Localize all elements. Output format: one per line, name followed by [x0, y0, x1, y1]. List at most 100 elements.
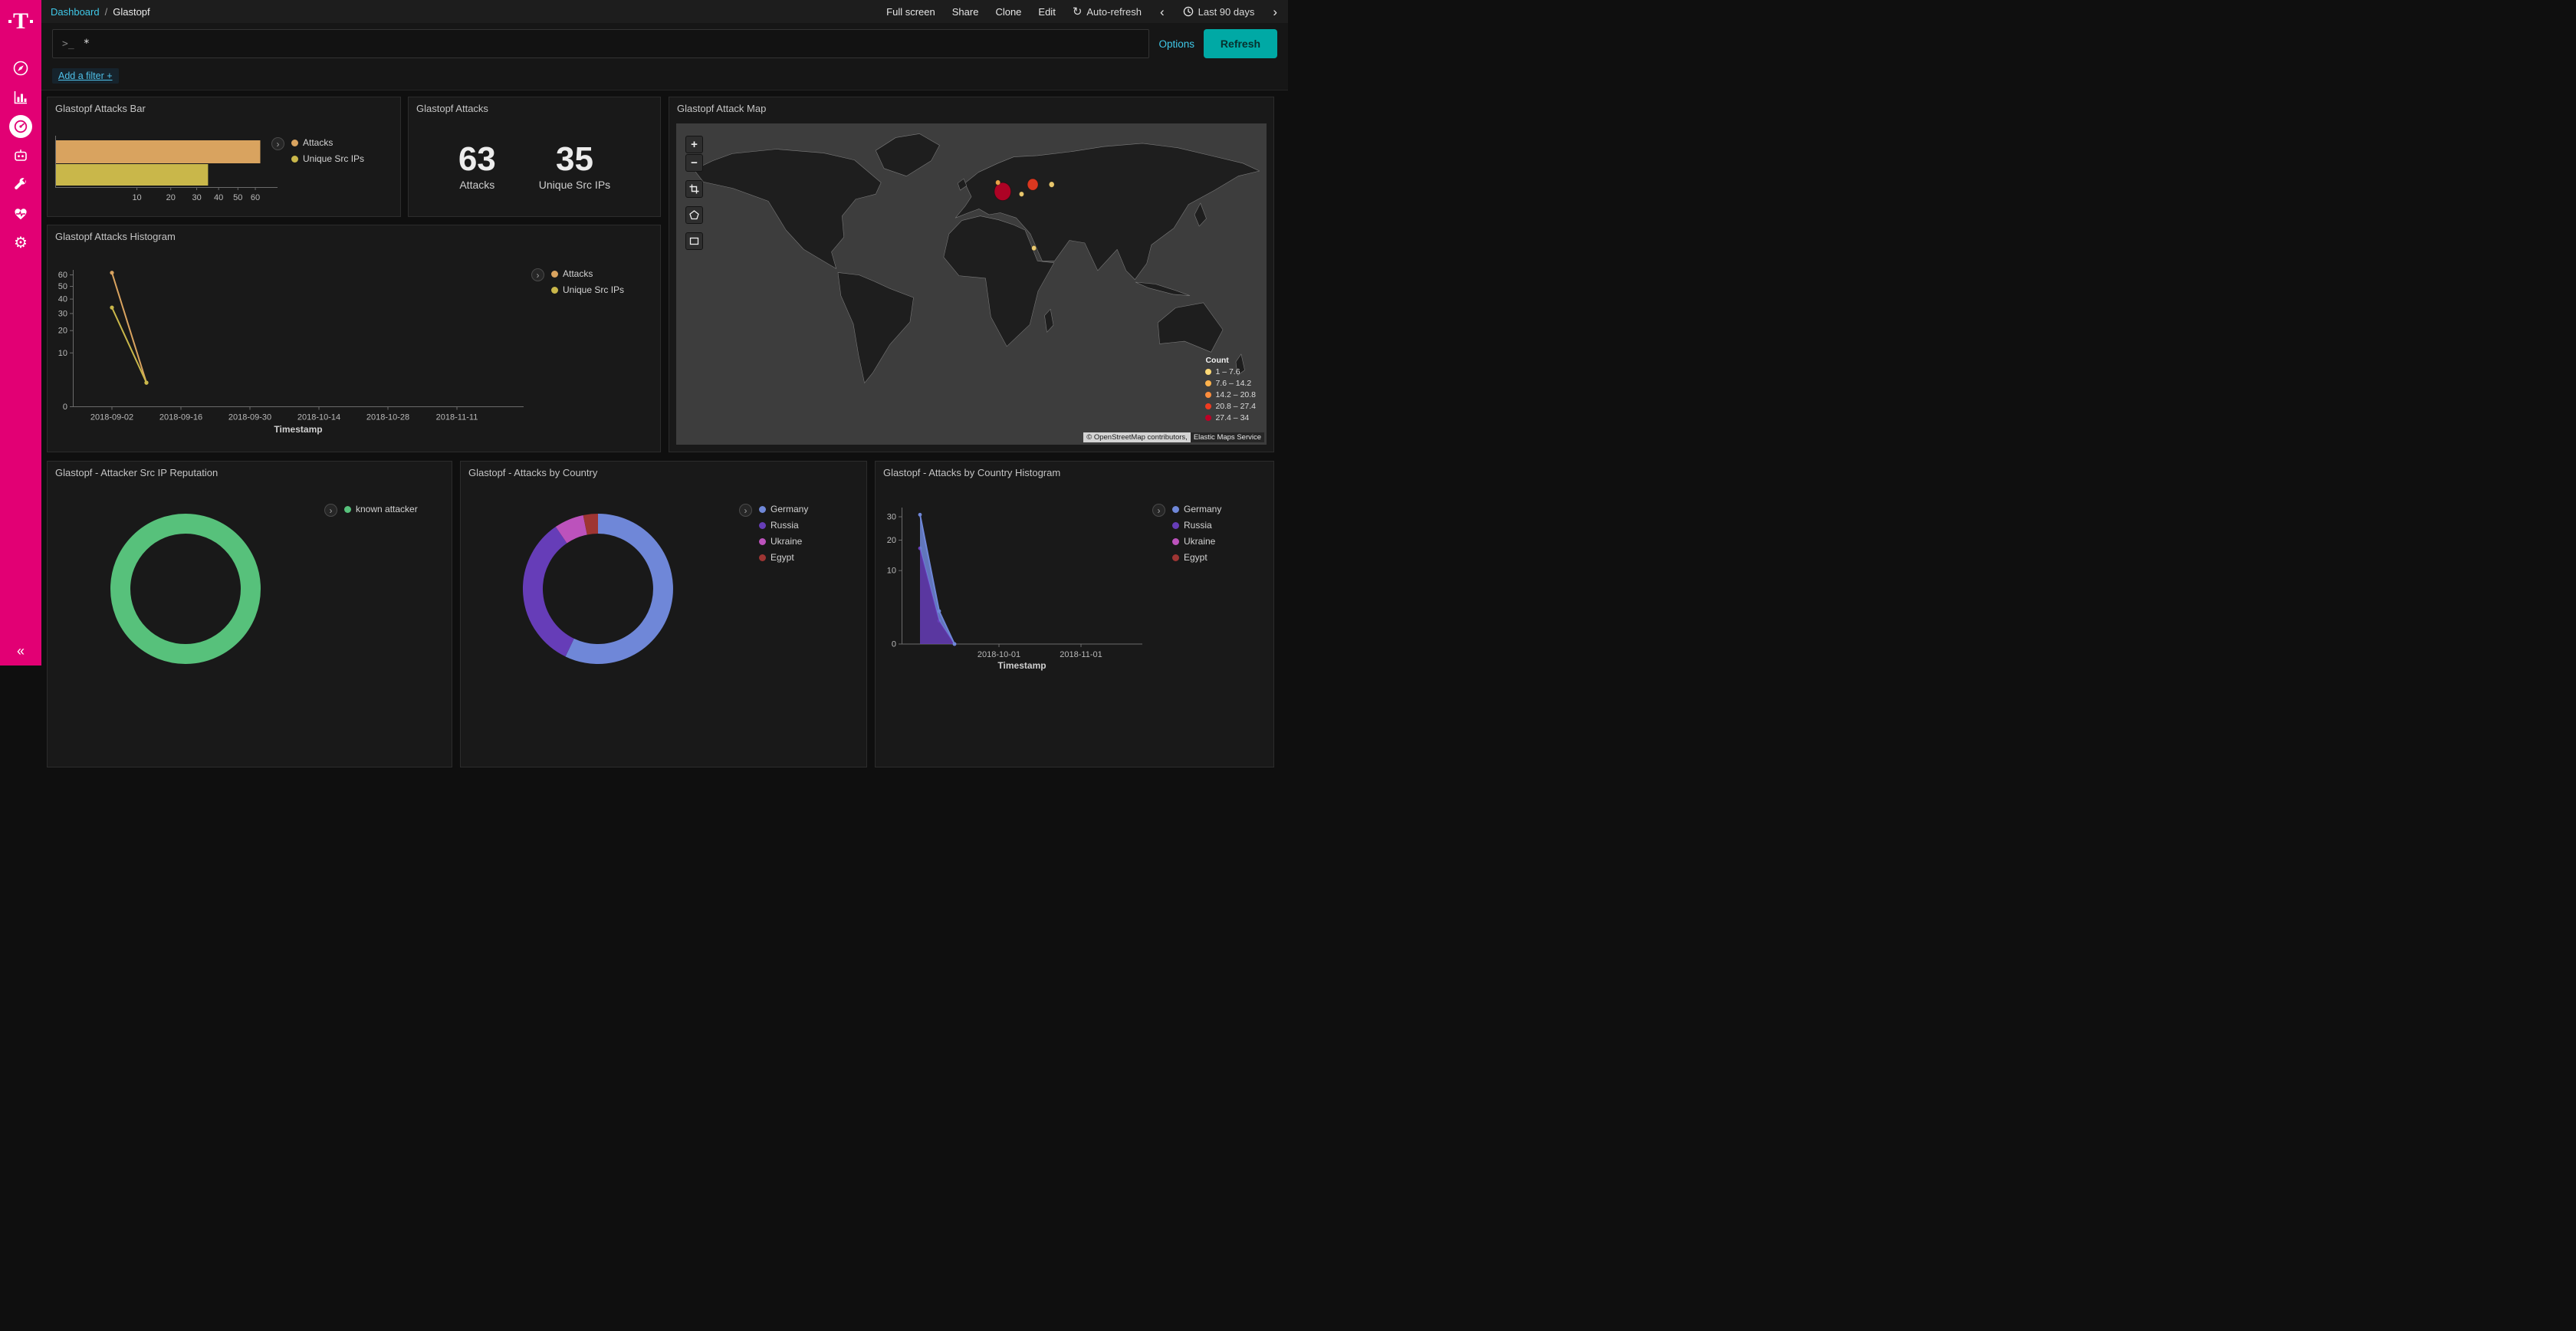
- edit-button[interactable]: Edit: [1038, 6, 1055, 18]
- metric-row: 63 Attacks 35 Unique Src IPs: [409, 97, 660, 216]
- refresh-cycle-icon: ↻: [1073, 5, 1083, 18]
- map-legend-rows: 1 – 7.67.6 – 14.214.2 – 20.820.8 – 27.42…: [1205, 367, 1256, 422]
- x-axis-label: Timestamp: [274, 424, 322, 435]
- attack-point[interactable]: [1032, 245, 1037, 251]
- svg-text:2018-09-02: 2018-09-02: [90, 413, 133, 422]
- share-button[interactable]: Share: [952, 6, 979, 18]
- active-app-highlight: [9, 115, 32, 138]
- legend-item[interactable]: Russia: [759, 520, 808, 531]
- legend-item[interactable]: Attacks: [551, 268, 624, 279]
- sidebar-item-monitoring[interactable]: [0, 199, 41, 228]
- legend-item[interactable]: Germany: [1172, 504, 1221, 514]
- time-range-picker[interactable]: Last 90 days: [1183, 6, 1255, 18]
- map-fit-data-button[interactable]: [685, 180, 703, 198]
- attack-point[interactable]: [996, 180, 1001, 186]
- pentagon-icon: [689, 210, 699, 220]
- legend-item[interactable]: Unique Src IPs: [551, 284, 624, 295]
- legend-toggle-icon[interactable]: ›: [1152, 504, 1165, 517]
- wrench-icon: [12, 176, 29, 193]
- compass-icon: [12, 60, 29, 77]
- y-axis: 0102030: [887, 513, 902, 649]
- x-axis: 102030405060: [132, 187, 260, 202]
- legend-list: known attacker: [344, 504, 418, 520]
- panel-attacks-bar: Glastopf Attacks Bar 102030405060 ›Attac…: [47, 97, 401, 217]
- legend-dot: [1172, 538, 1179, 545]
- add-filter-link[interactable]: Add a filter +: [52, 68, 119, 84]
- legend-item[interactable]: Attacks: [291, 137, 364, 148]
- legend-item[interactable]: Russia: [1172, 520, 1221, 531]
- breadcrumb-dashboard-link[interactable]: Dashboard: [51, 6, 100, 18]
- legend-toggle-icon[interactable]: ›: [324, 504, 337, 517]
- auto-refresh-button[interactable]: ↻ Auto-refresh: [1073, 5, 1142, 18]
- svg-text:2018-10-28: 2018-10-28: [366, 413, 409, 422]
- pie-slice-germany[interactable]: [570, 524, 663, 654]
- legend-toggle-icon[interactable]: ›: [271, 137, 284, 150]
- openstreetmap-attribution-link[interactable]: © OpenStreetMap contributors,: [1083, 432, 1191, 442]
- sidebar-collapse-button[interactable]: «: [17, 643, 25, 659]
- sidebar-item-discover[interactable]: [0, 54, 41, 83]
- legend-item[interactable]: Germany: [759, 504, 808, 514]
- svg-text:10: 10: [58, 349, 67, 358]
- metric-value: 63: [458, 143, 496, 176]
- svg-text:10: 10: [132, 193, 141, 202]
- clone-button[interactable]: Clone: [995, 6, 1021, 18]
- legend-label: Germany: [1184, 504, 1221, 514]
- map-legend: Count 1 – 7.67.6 – 14.214.2 – 20.820.8 –…: [1205, 356, 1256, 425]
- refresh-button[interactable]: Refresh: [1204, 29, 1277, 58]
- metric-label: Attacks: [458, 179, 496, 191]
- legend-item[interactable]: Unique Src IPs: [291, 153, 364, 164]
- svg-text:2018-10-01: 2018-10-01: [978, 650, 1020, 659]
- search-input[interactable]: >_ *: [52, 29, 1149, 58]
- svg-text:60: 60: [58, 271, 67, 280]
- sidebar-item-management[interactable]: ⚙: [0, 228, 41, 258]
- bar-unique-src-ips[interactable]: [55, 164, 208, 186]
- legend-item[interactable]: Egypt: [759, 552, 808, 563]
- map-legend-dot: [1205, 380, 1211, 386]
- legend-item[interactable]: known attacker: [344, 504, 418, 514]
- sidebar-item-visualize[interactable]: [0, 83, 41, 112]
- legend-item[interactable]: Ukraine: [759, 536, 808, 547]
- metric-value: 35: [539, 143, 610, 176]
- pie-slice-russia[interactable]: [533, 535, 570, 648]
- pie-slice-egypt[interactable]: [585, 524, 598, 525]
- map-zoom-out-button[interactable]: −: [685, 154, 703, 172]
- query-section: >_ * Options Refresh Add a filter +: [41, 23, 1288, 90]
- line-series-attacks[interactable]: [110, 271, 148, 385]
- map-zoom-in-button[interactable]: +: [685, 136, 703, 153]
- legend-item[interactable]: Ukraine: [1172, 536, 1221, 547]
- elastic-maps-service-attribution-link[interactable]: Elastic Maps Service: [1191, 432, 1264, 442]
- attack-point[interactable]: [1019, 192, 1024, 197]
- map-draw-rectangle-button[interactable]: [685, 232, 703, 250]
- time-back-button[interactable]: ‹: [1158, 5, 1166, 18]
- legend-toggle-icon[interactable]: ›: [531, 268, 544, 281]
- svg-text:2018-11-01: 2018-11-01: [1060, 650, 1102, 659]
- chart-legend: › Germany Russia Ukraine Egypt: [739, 504, 808, 568]
- sidebar-item-dashboard-active[interactable]: [0, 112, 41, 141]
- pie-slice-ukraine[interactable]: [561, 525, 585, 535]
- attack-point[interactable]: [1049, 182, 1054, 188]
- svg-text:2018-09-30: 2018-09-30: [228, 413, 271, 422]
- query-options-link[interactable]: Options: [1158, 38, 1194, 50]
- legend-item[interactable]: Egypt: [1172, 552, 1221, 563]
- line-series-unique-src-ips[interactable]: [110, 306, 148, 385]
- map-legend-label: 1 – 7.6: [1215, 367, 1240, 376]
- panel-title: Glastopf - Attacks by Country: [468, 467, 597, 478]
- crop-icon: [689, 184, 699, 194]
- map-legend-dot: [1205, 415, 1211, 421]
- time-forward-button[interactable]: ›: [1271, 5, 1279, 18]
- bar-attacks[interactable]: [55, 140, 261, 163]
- map-draw-polygon-button[interactable]: [685, 206, 703, 224]
- pie-slice-known-attacker[interactable]: [120, 524, 251, 654]
- attack-map[interactable]: + − Count 1 – 7.67.6 –: [676, 123, 1267, 445]
- attack-point[interactable]: [994, 182, 1011, 200]
- panel-title: Glastopf Attacks Histogram: [55, 231, 176, 242]
- map-legend-dot: [1205, 392, 1211, 398]
- map-legend-label: 14.2 – 20.8: [1215, 390, 1256, 399]
- svg-text:10: 10: [887, 567, 896, 576]
- sidebar-item-timelion[interactable]: [0, 141, 41, 170]
- legend-toggle-icon[interactable]: ›: [739, 504, 752, 517]
- legend-label: Attacks: [303, 137, 333, 148]
- sidebar-item-dev-tools[interactable]: [0, 170, 41, 199]
- full-screen-button[interactable]: Full screen: [886, 6, 935, 18]
- attack-point[interactable]: [1027, 179, 1038, 190]
